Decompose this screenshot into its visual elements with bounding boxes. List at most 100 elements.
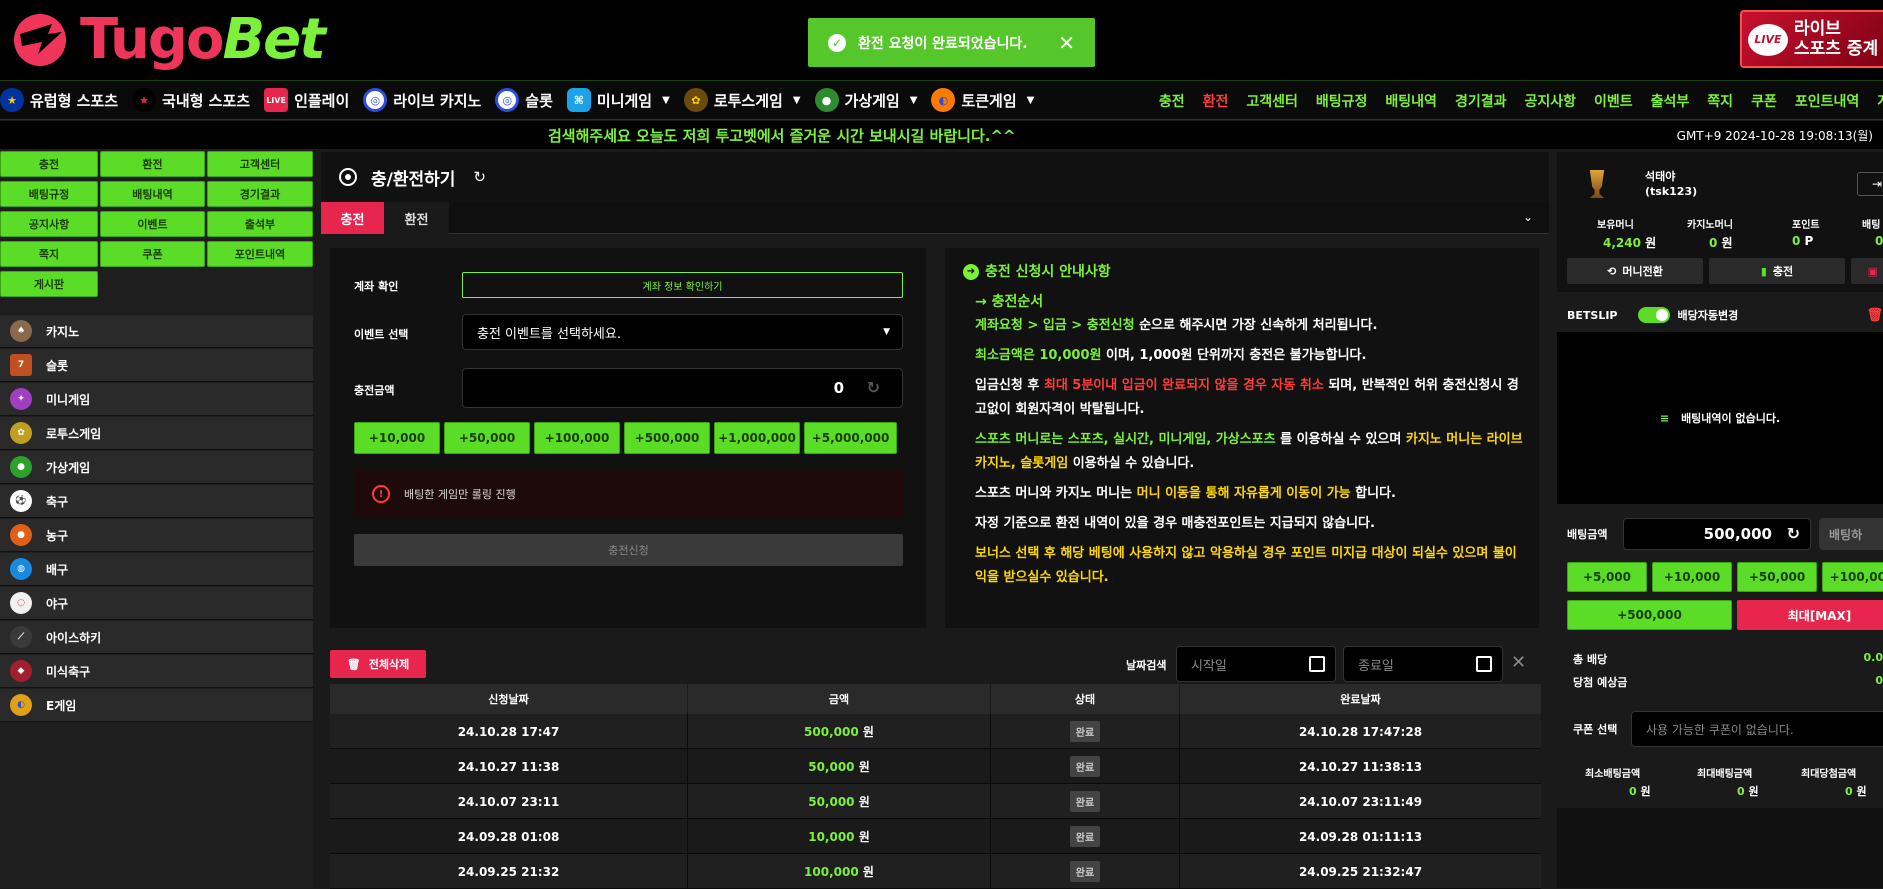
category-basketball[interactable]: ●농구 — [0, 519, 313, 552]
site-logo[interactable]: TugoBet — [8, 6, 318, 74]
charge-button[interactable]: ▮충전 — [1709, 258, 1845, 284]
bet-amount-input[interactable]: 500,000↻ — [1623, 518, 1811, 550]
top-menu-exchange[interactable]: 환전 — [1203, 91, 1229, 111]
trash-icon[interactable]: 🗑 — [1866, 308, 1883, 323]
right-sidebar: 석태야 (tsk123) ⇥ 보유머니 카지노머니 포인트 배팅 4,240 원… — [1557, 152, 1883, 888]
category-virtual-game[interactable]: ●가상게임 — [0, 451, 313, 484]
category-football[interactable]: ◆미식축구 — [0, 655, 313, 688]
table-cell: 24.10.28 17:47 — [330, 714, 688, 749]
category-hockey[interactable]: ⟋아이스하키 — [0, 621, 313, 654]
nav-item-virtual-game[interactable]: ●가상게임▼ — [815, 88, 918, 112]
category-lotus-game[interactable]: ✿로투스게임 — [0, 417, 313, 450]
move-a: 스포츠 머니와 카지노 머니는 — [975, 486, 1132, 501]
amount-add-100000[interactable]: +100,000 — [534, 422, 620, 454]
slip-add-100000[interactable]: +100,000 — [1822, 562, 1883, 592]
category-casino[interactable]: ♠카지노 — [0, 315, 313, 348]
coupon-select[interactable]: 사용 가능한 쿠폰이 없습니다. — [1631, 711, 1883, 747]
money-convert-button[interactable]: ⟲머니전환 — [1567, 258, 1703, 284]
event-select[interactable]: 충전 이벤트를 선택하세요.▼ — [462, 314, 903, 350]
amount-add-10000[interactable]: +10,000 — [354, 422, 440, 454]
category-baseball[interactable]: ◌야구 — [0, 587, 313, 620]
calendar-icon[interactable] — [1476, 656, 1492, 672]
chevron-down-icon[interactable]: ▼ — [1027, 95, 1035, 106]
quick-event[interactable]: 이벤트 — [100, 211, 205, 237]
chevron-down-icon[interactable]: ▼ — [793, 95, 801, 106]
tab-exchange[interactable]: 환전 — [384, 202, 449, 234]
reset-icon[interactable]: ↻ — [1787, 524, 1800, 543]
nav-item-mini-game[interactable]: ⌘미니게임▼ — [567, 88, 670, 112]
top-menu-coupon[interactable]: 쿠폰 — [1751, 91, 1777, 111]
quick-coupon[interactable]: 쿠폰 — [100, 241, 205, 267]
amount-input[interactable]: 0↻ — [462, 368, 903, 408]
refresh-icon[interactable]: ↻ — [473, 168, 486, 186]
quick-support[interactable]: 고객센터 — [207, 151, 313, 177]
amount-add-1000000[interactable]: +1,000,000 — [714, 422, 800, 454]
quick-points[interactable]: 포인트내역 — [207, 241, 313, 267]
live-sports-banner[interactable]: LIVE 라이브스포츠 중계 — [1740, 10, 1883, 68]
reset-icon[interactable]: ↻ — [867, 378, 880, 397]
top-menu-points[interactable]: 포인트내역 — [1795, 91, 1859, 111]
logo-text-a: Tugo — [80, 7, 222, 72]
amount-add-500000[interactable]: +500,000 — [624, 422, 710, 454]
nav-item-lotus-game[interactable]: ✿로투스게임▼ — [684, 88, 801, 112]
top-menu-message[interactable]: 쪽지 — [1707, 91, 1733, 111]
account-check-button[interactable]: 계좌 정보 확인하기 — [462, 272, 903, 298]
quick-bet-history[interactable]: 배팅내역 — [100, 181, 205, 207]
charge-submit-button[interactable]: 충전신청 — [354, 534, 903, 566]
slip-add-500000[interactable]: +500,000 — [1567, 600, 1732, 630]
amount-add-50000[interactable]: +50,000 — [444, 422, 530, 454]
row-date: 24.09.25 21:32 — [458, 865, 560, 879]
start-date-input[interactable]: 시작일 — [1176, 646, 1336, 682]
nav-item-domestic-sports[interactable]: ★국내형 스포츠 — [132, 88, 250, 112]
quick-attendance[interactable]: 출석부 — [207, 211, 313, 237]
left-sidebar: 충전 환전 고객센터 배팅규정 배팅내역 경기결과 공지사항 이벤트 출석부 쪽… — [0, 149, 313, 888]
close-icon[interactable]: ✕ — [1058, 31, 1075, 55]
max-bet-button[interactable]: 최대[MAX] — [1737, 600, 1883, 630]
slip-add-5000[interactable]: +5,000 — [1567, 562, 1647, 592]
soccer-icon: ⚽ — [10, 490, 32, 512]
top-menu-notice[interactable]: 공지사항 — [1524, 91, 1576, 111]
top-menu-rules[interactable]: 배팅규정 — [1316, 91, 1368, 111]
quick-results[interactable]: 경기결과 — [207, 181, 313, 207]
quick-notice[interactable]: 공지사항 — [0, 211, 98, 237]
chevron-down-icon[interactable]: ▼ — [662, 95, 670, 106]
nav-item-token-game[interactable]: ◐토큰게임▼ — [931, 88, 1034, 112]
category-soccer[interactable]: ⚽축구 — [0, 485, 313, 518]
nav-item-euro-sports[interactable]: ★유럽형 스포츠 — [0, 88, 118, 112]
nav-item-live-casino[interactable]: ◎라이브 카지노 — [363, 88, 481, 112]
tab-charge[interactable]: 충전 — [321, 202, 384, 234]
marquee-bar: 검색해주세요 오늘도 저희 투고벳에서 즐거운 시간 보내시길 바랍니다.^^ … — [0, 121, 1883, 149]
top-menu-attendance[interactable]: 출석부 — [1651, 91, 1690, 111]
category-volleyball[interactable]: ◍배구 — [0, 553, 313, 586]
bet-button[interactable]: 배팅하 — [1819, 518, 1883, 550]
category-slot[interactable]: 7슬롯 — [0, 349, 313, 382]
chevron-down-icon[interactable]: ⌄ — [1523, 210, 1533, 224]
odds-auto-toggle[interactable] — [1638, 307, 1670, 323]
quick-message[interactable]: 쪽지 — [0, 241, 98, 267]
exchange-button[interactable]: ▣환전 — [1851, 258, 1883, 284]
amount-add-5000000[interactable]: +5,000,000 — [804, 422, 897, 454]
quick-charge[interactable]: 충전 — [0, 151, 98, 177]
quick-board[interactable]: 게시판 — [0, 271, 98, 297]
calendar-icon[interactable] — [1309, 656, 1325, 672]
top-menu-event[interactable]: 이벤트 — [1594, 91, 1633, 111]
logout-icon[interactable]: ⇥ — [1857, 172, 1883, 196]
quick-rules[interactable]: 배팅규정 — [0, 181, 98, 207]
nav-item-inplay[interactable]: LIVE인플레이 — [264, 88, 349, 112]
chevron-down-icon[interactable]: ▼ — [910, 95, 918, 106]
slip-add-10000[interactable]: +10,000 — [1652, 562, 1732, 592]
delete-all-button[interactable]: 🗑전체삭제 — [330, 650, 426, 678]
top-menu-support[interactable]: 고객센터 — [1246, 91, 1298, 111]
top-menu-charge[interactable]: 충전 — [1159, 91, 1185, 111]
category-mini-game[interactable]: ✦미니게임 — [0, 383, 313, 416]
top-menu-board[interactable]: 게시 — [1877, 91, 1883, 111]
category-label: 가상게임 — [46, 459, 90, 476]
clear-date-icon[interactable]: ✕ — [1511, 652, 1526, 673]
slip-add-50000[interactable]: +50,000 — [1737, 562, 1817, 592]
nav-item-slot[interactable]: ◎슬롯 — [495, 88, 553, 112]
category-egame[interactable]: ◐E게임 — [0, 689, 313, 722]
top-menu-results[interactable]: 경기결과 — [1455, 91, 1507, 111]
end-date-input[interactable]: 종료일 — [1343, 646, 1503, 682]
top-menu-bet-history[interactable]: 배팅내역 — [1385, 91, 1437, 111]
quick-exchange[interactable]: 환전 — [100, 151, 205, 177]
